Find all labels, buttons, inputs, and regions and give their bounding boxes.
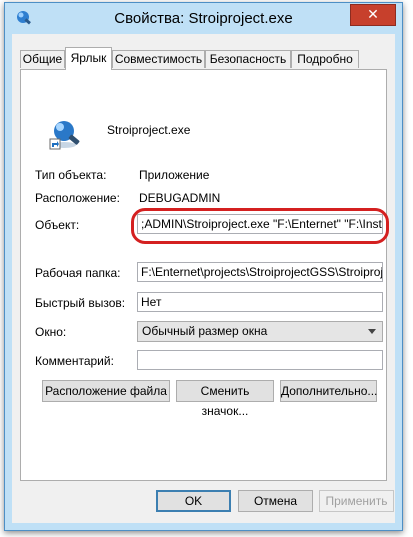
- target-label: Объект:: [35, 218, 80, 232]
- close-icon: ✕: [367, 6, 379, 22]
- change-icon-button[interactable]: Сменить значок...: [176, 380, 274, 418]
- advanced-button[interactable]: Дополнительно...: [280, 380, 377, 402]
- tab-security[interactable]: Безопасность: [205, 50, 291, 68]
- comment-field[interactable]: [137, 350, 383, 370]
- object-type-value: Приложение: [139, 168, 210, 182]
- tab-compatibility[interactable]: Совместимость: [112, 50, 205, 68]
- window-mode-label: Окно:: [35, 325, 67, 339]
- comment-label: Комментарий:: [35, 354, 114, 368]
- tab-shortcut[interactable]: Ярлык: [65, 47, 112, 70]
- apply-button[interactable]: Применить: [319, 490, 394, 512]
- cancel-button[interactable]: Отмена: [238, 490, 313, 512]
- hotkey-label: Быстрый вызов:: [35, 296, 126, 310]
- shortcut-app-icon: [49, 121, 80, 150]
- target-field[interactable]: ;ADMIN\Stroiproject.exe "F:\Enternet" "F…: [137, 214, 383, 234]
- shortcut-tab-panel: Stroiproject.exe Тип объекта: Приложение…: [20, 69, 389, 481]
- close-button[interactable]: ✕: [350, 4, 396, 26]
- location-value: DEBUGADMIN: [139, 191, 221, 205]
- hotkey-field[interactable]: Нет: [137, 292, 383, 312]
- title-bar[interactable]: Свойства: Stroiproject.exe ✕: [5, 3, 402, 33]
- chevron-down-icon: [368, 329, 376, 334]
- tab-details[interactable]: Подробно: [291, 50, 359, 68]
- shortcut-name: Stroiproject.exe: [107, 123, 191, 137]
- tab-general[interactable]: Общие: [20, 50, 65, 68]
- window-title: Свойства: Stroiproject.exe: [114, 10, 293, 27]
- properties-dialog: Свойства: Stroiproject.exe ✕ Общие Ярлык…: [4, 2, 403, 531]
- object-type-label: Тип объекта:: [35, 168, 107, 182]
- window-mode-value: Обычный размер окна: [142, 324, 268, 338]
- dialog-client-area: Общие Ярлык Совместимость Безопасность П…: [12, 34, 395, 523]
- ok-button[interactable]: OK: [156, 490, 231, 512]
- open-file-location-button[interactable]: Расположение файла: [42, 380, 170, 402]
- location-label: Расположение:: [35, 191, 120, 205]
- working-folder-field[interactable]: F:\Enternet\projects\StroiprojectGSS\Str…: [137, 262, 383, 282]
- working-folder-label: Рабочая папка:: [35, 266, 121, 280]
- window-mode-select[interactable]: Обычный размер окна: [137, 321, 383, 342]
